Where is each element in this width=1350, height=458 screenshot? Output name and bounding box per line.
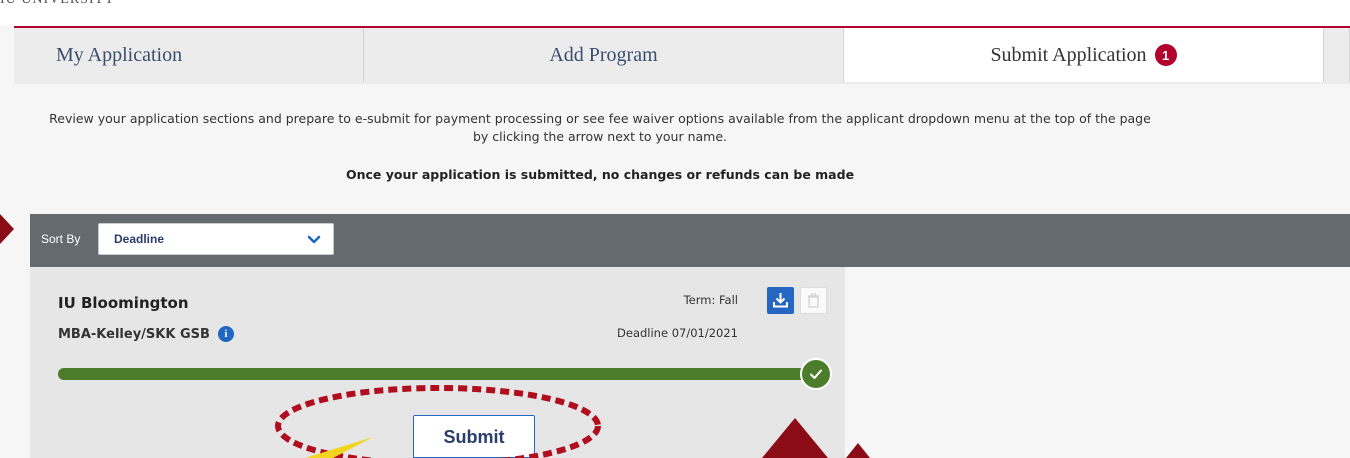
completion-badge — [800, 358, 832, 390]
right-empty-panel — [845, 267, 1350, 458]
sort-dropdown[interactable]: Deadline — [98, 223, 334, 255]
instructions-text: Review your application sections and pre… — [49, 111, 1151, 144]
chevron-down-icon — [307, 235, 321, 244]
trash-icon — [808, 293, 819, 308]
tab-add-program[interactable]: Add Program — [364, 28, 844, 82]
tab-submit-application[interactable]: Submit Application 1 — [844, 28, 1324, 82]
school-name: IU Bloomington — [58, 294, 189, 312]
tab-bar: My Application Add Program Submit Applic… — [14, 26, 1350, 84]
progress-bar — [58, 368, 810, 380]
tab-label: My Application — [56, 43, 183, 66]
deadline-text: Deadline 07/01/2021 — [617, 326, 738, 340]
tab-label: Add Program — [549, 43, 658, 66]
program-name-row: MBA-Kelley/SKK GSB i — [58, 326, 234, 342]
sort-selected-value: Deadline — [114, 232, 165, 246]
submit-button[interactable]: Submit — [413, 415, 535, 458]
tab-empty-space — [1324, 28, 1350, 82]
info-icon[interactable]: i — [217, 326, 234, 342]
submit-label: Submit — [443, 427, 505, 447]
left-edge-arrow-marker — [0, 214, 14, 244]
top-header-strip: IU UNIVERSITY — [0, 0, 1350, 26]
tab-label: Submit Application — [990, 43, 1147, 66]
notification-badge: 1 — [1154, 44, 1177, 66]
program-name: MBA-Kelley/SKK GSB — [58, 326, 210, 342]
term-text: Term: Fall — [683, 293, 738, 307]
university-name-cut: IU UNIVERSITY — [0, 0, 115, 8]
download-button[interactable] — [767, 287, 794, 314]
download-icon — [773, 293, 788, 308]
progress-fill — [58, 368, 810, 380]
submission-warning: Once your application is submitted, no c… — [345, 167, 855, 182]
sort-bar: Sort By Deadline — [30, 214, 1350, 267]
tab-my-application[interactable]: My Application — [14, 28, 364, 82]
sort-label: Sort By — [41, 232, 81, 246]
delete-button[interactable] — [800, 287, 827, 314]
program-card: IU Bloomington MBA-Kelley/SKK GSB i Term… — [30, 267, 845, 458]
check-icon — [810, 369, 822, 379]
